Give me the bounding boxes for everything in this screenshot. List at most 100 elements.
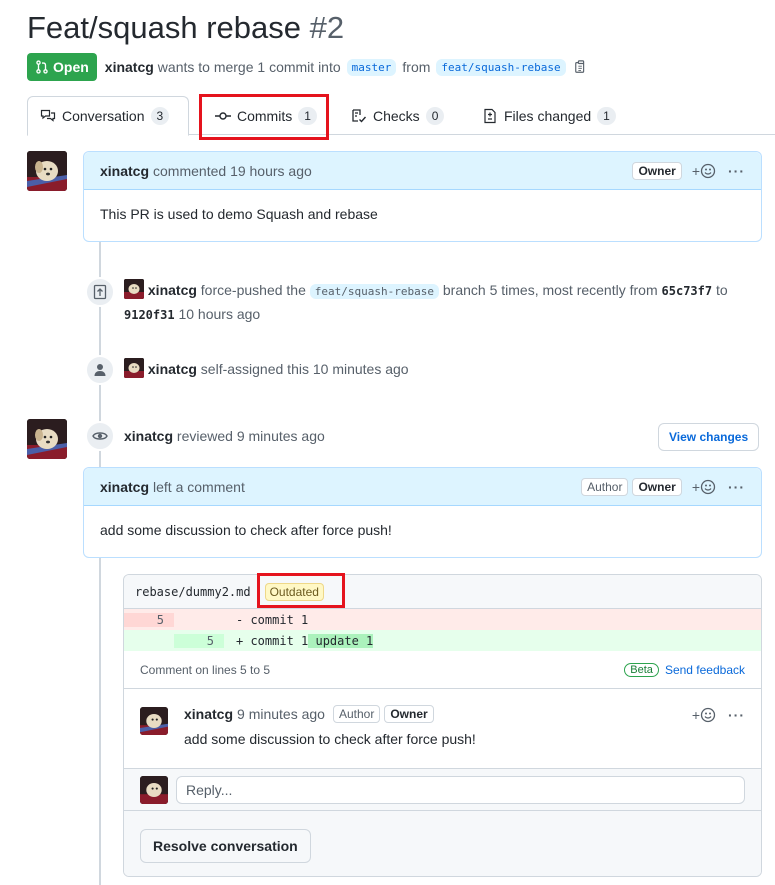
- add-reaction-button[interactable]: +: [692, 163, 716, 179]
- dog-avatar-icon: [124, 358, 144, 378]
- person-icon: [94, 364, 106, 376]
- avatar[interactable]: [27, 419, 67, 459]
- state-badge: Open: [27, 53, 97, 81]
- event-text: xinatcg self-assigned this 10 minutes ag…: [124, 358, 744, 381]
- dog-avatar-icon: [124, 279, 144, 299]
- add-reaction-button[interactable]: +: [692, 479, 716, 495]
- file-diff-icon: [484, 108, 496, 124]
- resolve-area: Resolve conversation: [124, 811, 761, 876]
- from-text: from: [402, 59, 431, 75]
- owner-label: Owner: [384, 705, 434, 723]
- event-time[interactable]: 10 hours ago: [178, 306, 260, 322]
- reply-input[interactable]: Reply...: [176, 775, 745, 804]
- event-author[interactable]: xinatcg: [148, 361, 197, 377]
- dog-avatar-icon: [140, 775, 168, 804]
- comment-body: This PR is used to demo Squash and rebas…: [100, 206, 378, 222]
- merge-text: wants to merge 1 commit into: [157, 59, 341, 75]
- pr-author-link[interactable]: xinatcg: [105, 59, 154, 75]
- event-author[interactable]: xinatcg: [124, 428, 173, 444]
- pr-title-text: Feat/squash rebase: [27, 10, 302, 45]
- event-badge: [85, 355, 115, 385]
- tab-conversation[interactable]: Conversation 3: [27, 96, 189, 136]
- tab-commits[interactable]: Commits 1: [203, 96, 329, 136]
- author-label: Author: [332, 705, 381, 723]
- owner-label: Owner: [632, 161, 682, 180]
- event-badge: [85, 277, 115, 307]
- diff-code-text: + commit 1: [236, 633, 309, 648]
- smiley-icon: [700, 163, 716, 178]
- dog-avatar-icon: [27, 151, 67, 191]
- comment-body: add some discussion to check after force…: [184, 731, 476, 747]
- diff-line-deleted: 5 - commit 1: [124, 609, 761, 630]
- pr-title: Feat/squash rebase #2: [27, 8, 344, 48]
- dog-avatar-icon: [140, 707, 168, 735]
- smiley-icon: [700, 707, 716, 723]
- checklist-icon: [352, 109, 367, 123]
- tab-label: Checks: [373, 108, 420, 124]
- head-branch[interactable]: feat/squash-rebase: [436, 58, 566, 76]
- lines-note: Comment on lines 5 to 5 Beta Send feedba…: [124, 651, 761, 689]
- event-action: self-assigned this: [200, 361, 309, 377]
- comment-author[interactable]: xinatcg: [100, 163, 149, 179]
- event-time[interactable]: 10 minutes ago: [313, 361, 409, 377]
- base-branch[interactable]: master: [346, 58, 397, 76]
- kebab-horizontal-icon[interactable]: ···: [728, 479, 745, 495]
- diff-code: - commit 1: [236, 612, 309, 627]
- thread-file-header: rebase/dummy2.md Outdated: [124, 575, 761, 609]
- tab-label: Conversation: [62, 108, 145, 124]
- resolve-conversation-button[interactable]: Resolve conversation: [140, 829, 311, 863]
- force-push-event: xinatcg force-pushed the feat/squash-reb…: [85, 277, 744, 327]
- avatar[interactable]: [140, 707, 168, 735]
- owner-label: Owner: [632, 477, 682, 496]
- view-changes-button[interactable]: View changes: [658, 423, 760, 451]
- git-pull-request-icon: [36, 60, 48, 74]
- event-badge: [85, 421, 115, 451]
- comment-time[interactable]: 9 minutes ago: [237, 706, 325, 722]
- add-reaction-button[interactable]: +: [692, 707, 716, 723]
- copy-icon[interactable]: [574, 59, 588, 75]
- thread-comment: xinatcg 9 minutes ago Author Owner + ···…: [124, 689, 761, 769]
- event-branch[interactable]: feat/squash-rebase: [309, 284, 439, 299]
- comment-author[interactable]: xinatcg: [100, 479, 149, 495]
- comment-time[interactable]: 19 hours ago: [230, 163, 312, 179]
- pr-number: #2: [309, 10, 345, 45]
- avatar[interactable]: [140, 775, 168, 804]
- comment-header: xinatcg commented 19 hours ago Owner + ·…: [84, 152, 761, 190]
- dog-avatar-icon: [27, 419, 67, 459]
- kebab-horizontal-icon[interactable]: ···: [728, 163, 745, 179]
- react-plus: +: [691, 162, 700, 179]
- event-author[interactable]: xinatcg: [148, 282, 197, 298]
- tab-files-changed[interactable]: Files changed 1: [470, 96, 628, 136]
- comment-action: left a comment: [153, 478, 245, 495]
- file-path[interactable]: rebase/dummy2.md: [135, 585, 251, 599]
- comment-header: xinatcg left a comment Author Owner + ··…: [84, 468, 761, 506]
- beta-badge: Beta: [624, 662, 659, 677]
- kebab-horizontal-icon[interactable]: ···: [728, 707, 745, 723]
- to-sha[interactable]: 9120f31: [124, 308, 175, 322]
- outdated-label: Outdated: [264, 582, 324, 601]
- avatar-small[interactable]: [124, 358, 144, 378]
- reply-row: Reply...: [124, 769, 761, 811]
- event-mid-text: branch 5 times, most recently from: [442, 282, 658, 298]
- review-comment: xinatcg left a comment Author Owner + ··…: [83, 467, 762, 558]
- from-sha[interactable]: 65c73f7: [662, 284, 713, 298]
- send-feedback-link[interactable]: Send feedback: [665, 663, 745, 677]
- repo-push-icon: [93, 284, 107, 300]
- author-label: Author: [581, 477, 629, 496]
- avatar[interactable]: [27, 151, 67, 191]
- git-commit-icon: [215, 112, 231, 120]
- assign-event: xinatcg self-assigned this 10 minutes ag…: [85, 355, 744, 385]
- old-line-number: 5: [124, 612, 174, 627]
- event-text: xinatcg reviewed 9 minutes ago: [124, 425, 684, 448]
- diff-highlight: update 1: [308, 633, 374, 648]
- to-text: to: [715, 282, 728, 298]
- event-time[interactable]: 9 minutes ago: [237, 428, 325, 444]
- timeline-line: [99, 240, 101, 885]
- tab-checks[interactable]: Checks 0: [339, 96, 456, 136]
- event-pre-text: force-pushed the: [200, 282, 306, 298]
- new-line-number: 5: [174, 633, 224, 648]
- avatar-small[interactable]: [124, 279, 144, 299]
- comment-author[interactable]: xinatcg: [184, 706, 233, 722]
- comment-discussion-icon: [40, 109, 56, 122]
- tab-counter: 0: [425, 107, 445, 125]
